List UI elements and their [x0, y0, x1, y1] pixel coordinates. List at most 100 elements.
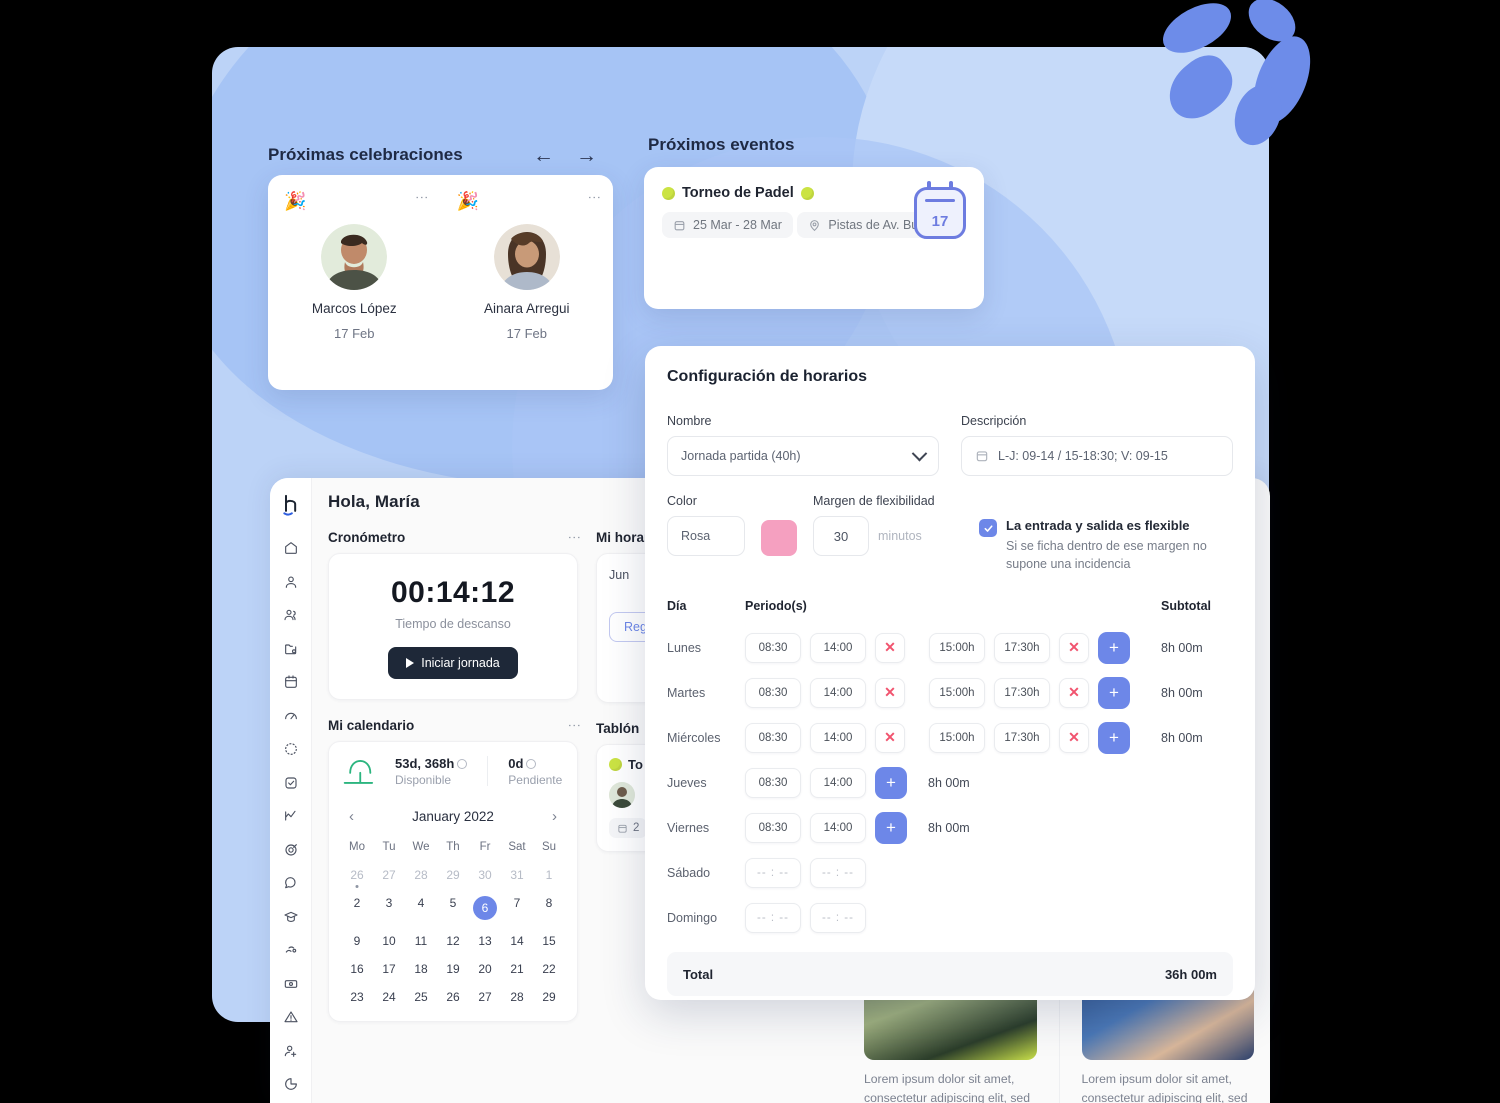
calendar-day[interactable]: 8	[533, 889, 565, 927]
calendar-day[interactable]: 5	[437, 889, 469, 927]
sidebar-item-messages[interactable]	[276, 869, 306, 899]
period-end-input[interactable]: 17:30h	[994, 722, 1050, 753]
period-start-input[interactable]: 15:00h	[929, 677, 985, 708]
sidebar-item-analytics[interactable]	[276, 1070, 306, 1100]
add-period-button[interactable]: +	[1098, 721, 1130, 754]
calendar-day[interactable]: 29	[533, 983, 565, 1011]
calendar-day[interactable]: 25	[405, 983, 437, 1011]
period-start-input[interactable]: -- : --	[745, 902, 801, 933]
prev-month-button[interactable]: ‹	[345, 808, 358, 825]
color-swatch[interactable]	[761, 520, 797, 556]
sidebar-item-time[interactable]	[276, 735, 306, 765]
calendar-day[interactable]: 30	[469, 861, 501, 889]
sidebar-item-profile[interactable]	[276, 567, 306, 597]
calendar-day[interactable]: 6	[469, 889, 501, 927]
period-start-input[interactable]: 08:30	[745, 767, 801, 798]
period-start-input[interactable]: 08:30	[745, 722, 801, 753]
remove-period-button[interactable]: ✕	[875, 677, 905, 708]
calendar-day[interactable]: 21	[501, 955, 533, 983]
calendar-day[interactable]: 22	[533, 955, 565, 983]
period-end-input[interactable]: -- : --	[810, 902, 866, 933]
sidebar-item-team[interactable]	[276, 601, 306, 631]
calendar-day[interactable]: 3	[373, 889, 405, 927]
remove-period-button[interactable]: ✕	[875, 632, 905, 663]
app-logo[interactable]	[277, 490, 305, 520]
remove-period-button[interactable]: ✕	[875, 722, 905, 753]
period-start-input[interactable]: 08:30	[745, 677, 801, 708]
sidebar-item-payroll[interactable]	[276, 969, 306, 999]
sidebar-item-reports[interactable]	[276, 802, 306, 832]
add-period-button[interactable]: +	[875, 766, 907, 799]
start-workday-button[interactable]: Iniciar jornada	[388, 647, 518, 679]
calendar-day[interactable]: 11	[405, 927, 437, 955]
period-start-input[interactable]: -- : --	[745, 857, 801, 888]
period-start-input[interactable]: 15:00h	[929, 632, 985, 663]
period-end-input[interactable]: 14:00	[810, 632, 866, 663]
calendar-day[interactable]: 15	[533, 927, 565, 955]
remove-period-button[interactable]: ✕	[1059, 677, 1089, 708]
calendar-day[interactable]: 24	[373, 983, 405, 1011]
sidebar-item-calendar[interactable]	[276, 668, 306, 698]
calendar-day[interactable]: 26	[437, 983, 469, 1011]
period-end-input[interactable]: 14:00	[810, 677, 866, 708]
calendar-day[interactable]: 17	[373, 955, 405, 983]
add-period-button[interactable]: +	[875, 811, 907, 844]
period-end-input[interactable]: 14:00	[810, 722, 866, 753]
flex-margin-input[interactable]: 30	[813, 516, 869, 556]
calendar-day[interactable]: 12	[437, 927, 469, 955]
calendar-day[interactable]: 4	[405, 889, 437, 927]
name-select[interactable]: Jornada partida (40h)	[667, 436, 939, 476]
sidebar-item-documents[interactable]	[276, 634, 306, 664]
sidebar-item-add-user[interactable]	[276, 1036, 306, 1066]
celebration-menu-icon[interactable]: ⋮	[415, 191, 430, 204]
sidebar-item-benefits[interactable]	[276, 936, 306, 966]
info-icon[interactable]	[457, 758, 468, 769]
sidebar-item-goals[interactable]	[276, 835, 306, 865]
calendar-day[interactable]: 10	[373, 927, 405, 955]
next-month-button[interactable]: ›	[548, 808, 561, 825]
calendar-menu-icon[interactable]: ⋮	[567, 719, 582, 733]
sidebar-item-incidents[interactable]	[276, 1003, 306, 1033]
remove-period-button[interactable]: ✕	[1059, 722, 1089, 753]
period-end-input[interactable]: 17:30h	[994, 632, 1050, 663]
sidebar-item-training[interactable]	[276, 902, 306, 932]
calendar-day[interactable]: 1	[533, 861, 565, 889]
calendar-day[interactable]: 28	[501, 983, 533, 1011]
sidebar-item-home[interactable]	[276, 534, 306, 564]
info-icon[interactable]	[526, 758, 537, 769]
calendar-day[interactable]: 14	[501, 927, 533, 955]
calendar-day[interactable]: 29	[437, 861, 469, 889]
calendar-day[interactable]: 23	[341, 983, 373, 1011]
calendar-day[interactable]: 27	[469, 983, 501, 1011]
calendar-day[interactable]: 20	[469, 955, 501, 983]
period-start-input[interactable]: 15:00h	[929, 722, 985, 753]
period-end-input[interactable]: 14:00	[810, 812, 866, 843]
calendar-day[interactable]: 16	[341, 955, 373, 983]
sidebar-item-tasks[interactable]	[276, 768, 306, 798]
calendar-day[interactable]: 9	[341, 927, 373, 955]
celebrations-next-button[interactable]: →	[576, 144, 597, 168]
calendar-day[interactable]: 31	[501, 861, 533, 889]
add-period-button[interactable]: +	[1098, 631, 1130, 664]
period-end-input[interactable]: 14:00	[810, 767, 866, 798]
flexible-entry-checkbox[interactable]	[979, 519, 997, 537]
sidebar-item-performance[interactable]	[276, 701, 306, 731]
calendar-day[interactable]: 19	[437, 955, 469, 983]
chronometer-menu-icon[interactable]: ⋮	[567, 531, 582, 545]
color-select[interactable]: Rosa	[667, 516, 745, 556]
calendar-day[interactable]: 2	[341, 889, 373, 927]
add-period-button[interactable]: +	[1098, 676, 1130, 709]
calendar-day[interactable]: 7	[501, 889, 533, 927]
period-start-input[interactable]: 08:30	[745, 632, 801, 663]
calendar-day[interactable]: 28	[405, 861, 437, 889]
calendar-day[interactable]: 26	[341, 861, 373, 889]
calendar-day[interactable]: 13	[469, 927, 501, 955]
period-start-input[interactable]: 08:30	[745, 812, 801, 843]
calendar-day[interactable]: 18	[405, 955, 437, 983]
period-end-input[interactable]: 17:30h	[994, 677, 1050, 708]
celebrations-prev-button[interactable]: ←	[533, 144, 554, 168]
description-input[interactable]: L-J: 09-14 / 15-18:30; V: 09-15	[961, 436, 1233, 476]
remove-period-button[interactable]: ✕	[1059, 632, 1089, 663]
calendar-day[interactable]: 27	[373, 861, 405, 889]
period-end-input[interactable]: -- : --	[810, 857, 866, 888]
